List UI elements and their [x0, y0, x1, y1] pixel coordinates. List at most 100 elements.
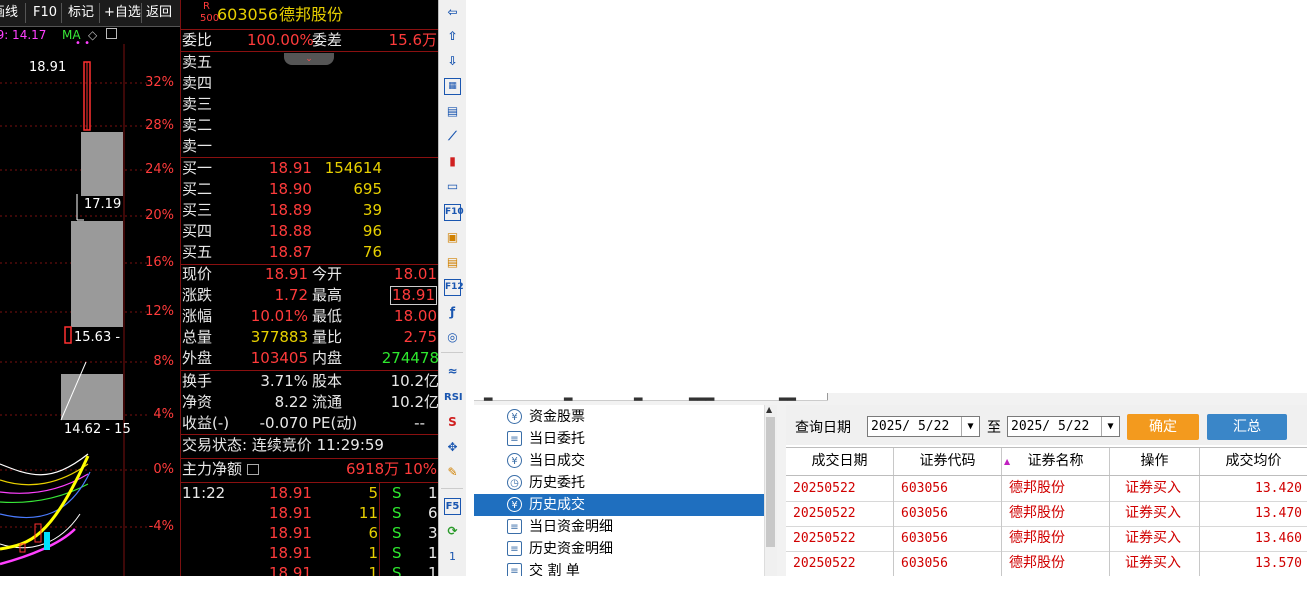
cell-code: 603056 [894, 476, 1002, 501]
axis-tick: 4% [153, 407, 174, 422]
tick-side: S [392, 484, 402, 502]
start-date-picker[interactable]: 2025/ 5/22 ▼ [867, 416, 980, 437]
scroll-up-icon[interactable]: ▲ [766, 405, 772, 414]
move-icon[interactable]: ✥ [444, 439, 461, 456]
window-icon[interactable] [106, 28, 117, 39]
arrow-up-icon[interactable]: ⇧ [444, 28, 461, 45]
folder-icon[interactable]: ▣ [444, 229, 461, 246]
mainflow-value: 6918万 [346, 460, 400, 478]
tree-item-history-fund-details[interactable]: ≡ 历史资金明细 [474, 538, 764, 560]
f10-button[interactable]: F10 [33, 4, 57, 22]
function-tree: ¥ 资金股票 ≡ 当日委托 ¥ 当日成交 ◷ 历史委托 ¥ 历史成交 ≡ 当日资金明细 ≡ 历… [474, 405, 777, 576]
buy-price: 18.90 [269, 180, 312, 198]
buy-label: 买四 [182, 222, 213, 240]
mainflow-label: 主力净额 [182, 460, 243, 478]
confirm-button[interactable]: 确定 [1127, 414, 1199, 440]
f10-icon[interactable]: F10 [444, 204, 464, 221]
stat-label: 外盘 [182, 349, 213, 367]
col-operation[interactable]: 操作 [1110, 448, 1200, 475]
s-icon[interactable]: S [444, 414, 461, 431]
buy-price: 18.88 [269, 222, 312, 240]
mainflow-pct: 10% [403, 460, 437, 478]
axis-tick: 32% [145, 75, 174, 90]
tick-price: 18.91 [269, 524, 312, 542]
table-icon[interactable]: ▤ [444, 103, 461, 120]
f12-icon[interactable]: F12 [444, 279, 464, 296]
mark-button[interactable]: 标记 [68, 4, 94, 22]
tree-item-label: 交 割 单 [529, 563, 580, 576]
tree-item-funds[interactable]: ¥ 资金股票 [474, 406, 764, 428]
table-row[interactable]: 20250522 603056 德邦股份 证券买入 13.420 [786, 476, 1307, 502]
table-row[interactable]: 20250522 603056 德邦股份 证券买入 13.470 [786, 501, 1307, 527]
ma9-label: MA9: 14.17 [0, 28, 47, 42]
clock-icon: ◷ [507, 475, 522, 490]
quote-panel: R 500 603056 德邦股份 委比 100.00% 委差 15.6万 ⌄ … [180, 0, 439, 576]
col-security-name[interactable]: ▲ 证券名称 [1002, 448, 1110, 475]
stat-value: 18.91 [265, 265, 308, 283]
buy-label: 买五 [182, 243, 213, 261]
stat-label: 今开 [312, 265, 343, 283]
col-avg-price[interactable]: 成交均价 [1200, 448, 1307, 475]
arrow-left-icon[interactable]: ⇦ [444, 4, 461, 21]
stat-value: 8.22 [274, 393, 308, 411]
tree-item-label: 资金股票 [529, 409, 585, 425]
kline-chart-panel[interactable]: 画线 F10 标记 +自选 返回 MA9: 14.17 MA ◇ • • [0, 0, 180, 576]
calendar-icon[interactable]: ▤ [444, 254, 461, 271]
table-row[interactable]: 20250522 603056 德邦股份 证券买入 13.460 [786, 526, 1307, 552]
col-security-code[interactable]: 证券代码 [894, 448, 1002, 475]
cell-operation: 证券买入 [1110, 501, 1200, 526]
wave-icon[interactable]: ≈ [444, 363, 461, 380]
chart-toolbar: 画线 F10 标记 +自选 返回 [0, 0, 180, 27]
rsi-icon[interactable]: RSI [444, 389, 463, 406]
cell-name: 德邦股份 [1002, 526, 1110, 551]
draw-line-button[interactable]: 画线 [0, 4, 18, 22]
dropdown-arrow-icon[interactable]: ▼ [1101, 417, 1119, 436]
tree-item-settlement[interactable]: ≡ 交 割 单 [474, 560, 764, 576]
refresh-icon[interactable]: ⟳ [444, 523, 461, 540]
query-bar: 查询日期 2025/ 5/22 ▼ 至 2025/ 5/22 ▼ 确定 汇总 [786, 405, 1307, 445]
end-date-picker[interactable]: 2025/ 5/22 ▼ [1007, 416, 1120, 437]
stat-value: -0.070 [259, 414, 308, 432]
sort-asc-icon[interactable]: ▲ [1004, 448, 1010, 475]
tick-volume: 6 [368, 524, 378, 542]
line-chart-icon[interactable]: ⟋ [444, 128, 461, 145]
stat-value: 377883 [250, 328, 308, 346]
tree-item-history-orders[interactable]: ◷ 历史委托 [474, 472, 764, 494]
add-watchlist-button[interactable]: +自选 [104, 4, 141, 22]
tree-item-today-fund-details[interactable]: ≡ 当日资金明细 [474, 516, 764, 538]
buy-volume: 695 [353, 180, 382, 198]
tree-scrollbar[interactable]: ▲ [764, 405, 777, 576]
arrow-down-icon[interactable]: ⇩ [444, 53, 461, 70]
tick-side: S [392, 524, 402, 542]
grid-icon[interactable]: ▦ [444, 78, 461, 95]
cell-code: 603056 [894, 551, 1002, 576]
stat2-row: 换手 3.71% 股本 10.2亿 [181, 371, 439, 392]
circle-icon[interactable]: ◎ [444, 329, 461, 346]
tree-item-history-trades[interactable]: ¥ 历史成交 [474, 494, 764, 516]
function-icon[interactable]: ƒ [444, 304, 461, 321]
sell-label: 卖二 [182, 116, 213, 134]
f5-icon[interactable]: F5 [444, 498, 461, 515]
tree-item-today-orders[interactable]: ≡ 当日委托 [474, 428, 764, 450]
stat-value: 18.01 [394, 265, 437, 283]
table-row[interactable]: 20250522 603056 德邦股份 证券买入 13.570 [786, 551, 1307, 576]
candle-icon[interactable]: ▮ [444, 153, 461, 170]
stat-value: 18.00 [394, 307, 437, 325]
pencil-icon[interactable]: ✎ [444, 464, 461, 481]
side-toolbar: ⇦ ⇧ ⇩ ▦ ▤ ⟋ ▮ ▭ F10 ▣ ▤ F12 ƒ ◎ ≈ RSI S … [438, 0, 466, 576]
stat-value: 103405 [250, 349, 308, 367]
cell-price: 13.460 [1255, 531, 1302, 546]
sell-row: 卖四 [181, 73, 439, 94]
document-icon: ≡ [507, 519, 522, 534]
buy-volume: 76 [362, 243, 382, 261]
scroll-thumb[interactable] [766, 417, 775, 547]
news-icon[interactable]: ▭ [444, 178, 461, 195]
back-button[interactable]: 返回 [146, 4, 172, 22]
list-icon[interactable] [247, 464, 259, 475]
dropdown-arrow-icon[interactable]: ▼ [961, 417, 979, 436]
stat2-row: 净资 8.22 流通 10.2亿 [181, 392, 439, 413]
col-trade-date[interactable]: 成交日期 [786, 448, 894, 475]
summary-button[interactable]: 汇总 [1207, 414, 1287, 440]
tree-item-today-trades[interactable]: ¥ 当日成交 [474, 450, 764, 472]
mainflow-row[interactable]: 主力净额 6918万 10% [181, 459, 439, 480]
